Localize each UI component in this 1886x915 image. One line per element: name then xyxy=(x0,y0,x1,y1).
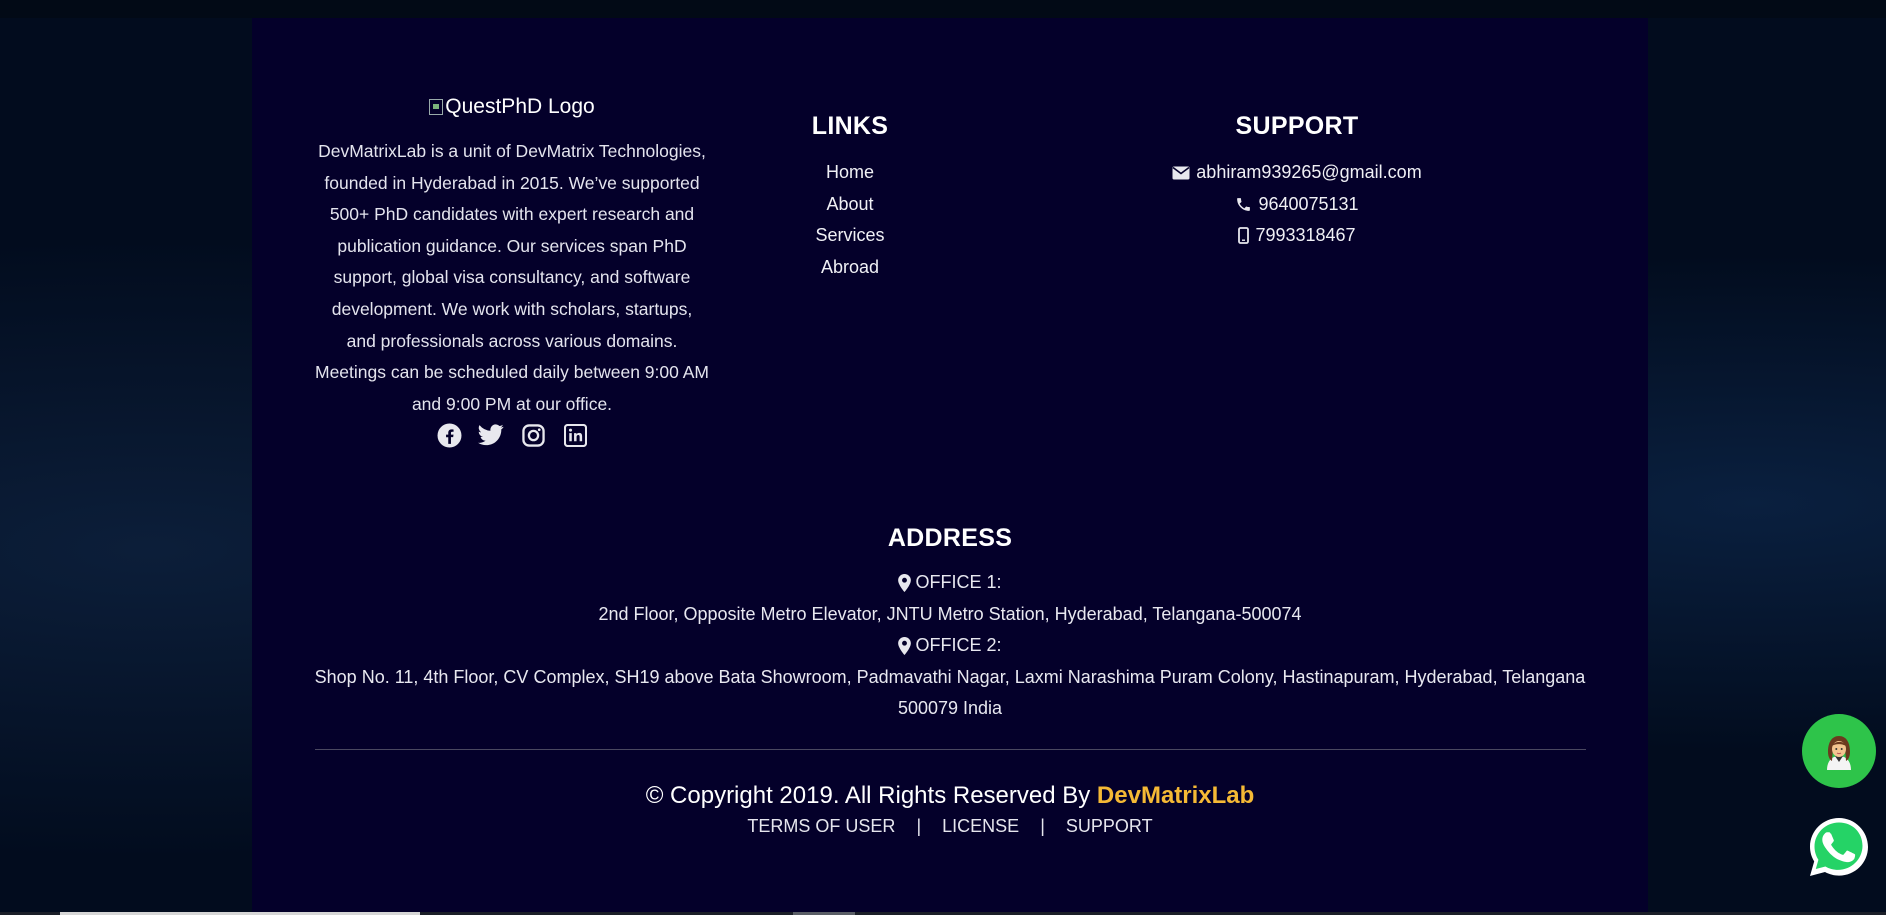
about-column: QuestPhD Logo DevMatrixLab is a unit of … xyxy=(315,94,709,448)
broken-image-icon xyxy=(429,99,444,115)
office1-label: OFFICE 1: xyxy=(915,572,1002,592)
site-logo[interactable]: QuestPhD Logo xyxy=(429,94,595,120)
copyright-text: © Copyright 2019. All Rights Reserved By xyxy=(645,782,1097,809)
phone-icon xyxy=(1237,198,1251,211)
office2-label-row: OFFICE 2: xyxy=(252,630,1648,662)
links-list: Home About Services Abroad xyxy=(750,157,950,283)
top-strip xyxy=(0,0,1886,18)
linkedin-icon[interactable] xyxy=(562,422,588,448)
footer-divider xyxy=(315,749,1586,750)
support-link[interactable]: SUPPORT xyxy=(1066,816,1153,836)
office2-label: OFFICE 2: xyxy=(915,635,1002,656)
address-section: ADDRESS OFFICE 1: 2nd Floor, Opposite Me… xyxy=(252,502,1648,725)
address-heading: ADDRESS xyxy=(887,524,1013,552)
legal-links: TERMS OF USER | LICENSE | SUPPORT xyxy=(252,816,1648,837)
copyright-brand-link[interactable]: DevMatrixLab xyxy=(1097,782,1254,809)
office1-label-row: OFFICE 1: xyxy=(252,567,1648,599)
support-mobile-text: 7993318467 xyxy=(1255,225,1356,246)
chat-assistant-button[interactable] xyxy=(1802,714,1876,788)
support-mobile[interactable]: 7993318467 xyxy=(1147,220,1447,252)
twitter-icon[interactable] xyxy=(478,422,504,448)
office2-address: Shop No. 11, 4th Floor, CV Complex, SH19… xyxy=(314,666,1586,719)
support-phone-text: 9640075131 xyxy=(1258,193,1359,214)
site-footer: QuestPhD Logo DevMatrixLab is a unit of … xyxy=(252,18,1648,915)
support-list: abhiram939265@gmail.com 9640075131 79933… xyxy=(1147,157,1447,252)
support-heading: SUPPORT xyxy=(1235,112,1359,140)
link-home[interactable]: Home xyxy=(750,157,950,189)
terms-link[interactable]: TERMS OF USER xyxy=(747,816,895,836)
support-phone[interactable]: 9640075131 xyxy=(1147,189,1447,221)
mobile-icon xyxy=(1238,227,1250,245)
about-description: DevMatrixLab is a unit of DevMatrix Tech… xyxy=(315,141,710,414)
logo-alt-text: QuestPhD Logo xyxy=(445,95,595,118)
social-links xyxy=(315,422,709,448)
assistant-avatar-icon xyxy=(1827,736,1851,770)
link-abroad[interactable]: Abroad xyxy=(750,252,950,284)
whatsapp-icon xyxy=(1810,818,1868,876)
link-services[interactable]: Services xyxy=(750,220,950,252)
map-marker-icon xyxy=(898,573,912,592)
legal-separator: | xyxy=(916,816,922,836)
map-marker-icon xyxy=(898,636,912,655)
links-column: LINKS Home About Services Abroad xyxy=(750,94,950,283)
link-about[interactable]: About xyxy=(750,189,950,221)
license-link[interactable]: LICENSE xyxy=(942,816,1019,836)
legal-separator: | xyxy=(1040,816,1045,836)
support-email-text: abhiram939265@gmail.com xyxy=(1196,162,1422,182)
whatsapp-button[interactable] xyxy=(1806,814,1872,880)
copyright: © Copyright 2019. All Rights Reserved By… xyxy=(252,782,1648,810)
support-column: SUPPORT abhiram939265@gmail.com 96400751… xyxy=(1147,94,1447,252)
facebook-icon[interactable] xyxy=(436,422,462,448)
support-email[interactable]: abhiram939265@gmail.com xyxy=(1147,157,1447,189)
envelope-icon xyxy=(1172,166,1190,180)
instagram-icon[interactable] xyxy=(520,422,546,448)
office1-address: 2nd Floor, Opposite Metro Elevator, JNTU… xyxy=(598,603,1302,624)
links-heading: LINKS xyxy=(811,112,889,140)
